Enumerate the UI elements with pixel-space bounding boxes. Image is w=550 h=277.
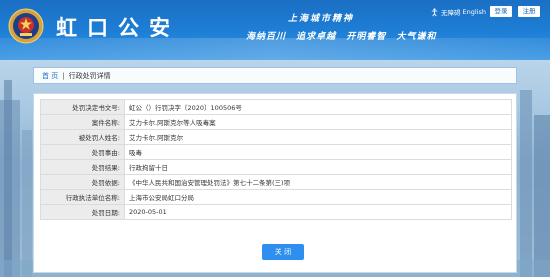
table-row: 处罚依据: 《中华人民共和国治安管理处罚法》第七十二条第(三)项 xyxy=(40,174,512,190)
table-row: 案件名称: 艾力卡尔.阿斯克尔等人吸毒案 xyxy=(40,114,512,130)
table-row: 处罚决定书文号: 虹公（）行罚决字〔2020〕100506号 xyxy=(40,99,512,115)
utility-links: 无障碍 English xyxy=(430,7,486,17)
row-label: 处罚日期: xyxy=(40,204,125,220)
breadcrumb-current: 行政处罚详情 xyxy=(68,71,111,80)
row-label: 处罚决定书文号: xyxy=(40,99,125,115)
penalty-detail-table: 处罚决定书文号: 虹公（）行罚决字〔2020〕100506号 案件名称: 艾力卡… xyxy=(40,99,512,220)
row-label: 被处罚人姓名: xyxy=(40,129,125,145)
breadcrumb: 首 页 | 行政处罚详情 xyxy=(33,67,517,84)
row-value: 艾力卡尔.阿斯克尔 xyxy=(124,129,512,145)
site-title: 虹口公安 xyxy=(56,15,180,40)
register-button[interactable]: 注册 xyxy=(518,6,540,17)
row-value: 虹公（）行罚决字〔2020〕100506号 xyxy=(124,99,512,115)
slogan-line: 海纳百川 追求卓越 开明睿智 大气谦和 xyxy=(246,29,442,42)
row-value: 吸毒 xyxy=(124,144,512,160)
slogan-item: 大气谦和 xyxy=(396,32,437,42)
accessibility-link[interactable]: 无障碍 xyxy=(441,7,461,17)
slogan-item: 开明睿智 xyxy=(346,32,387,42)
row-value: 《中华人民共和国治安管理处罚法》第七十二条第(三)项 xyxy=(124,174,512,190)
row-label: 处罚结果: xyxy=(40,159,125,175)
accessibility-icon[interactable] xyxy=(430,7,439,17)
breadcrumb-home-link[interactable]: 首 页 xyxy=(42,71,58,81)
row-label: 处罚依据: xyxy=(40,174,125,190)
row-label: 处罚事由: xyxy=(40,144,125,160)
breadcrumb-separator: | xyxy=(62,71,65,80)
close-button[interactable]: 关 闭 xyxy=(262,244,304,260)
row-label: 案件名称: xyxy=(40,114,125,130)
table-row: 被处罚人姓名: 艾力卡尔.阿斯克尔 xyxy=(40,129,512,145)
row-value: 2020-05-01 xyxy=(124,204,512,220)
table-row: 处罚日期: 2020-05-01 xyxy=(40,204,512,220)
english-link[interactable]: English xyxy=(463,8,486,16)
site-header: 虹口公安 上海城市精神 海纳百川 追求卓越 开明睿智 大气谦和 无障碍 Engl… xyxy=(0,0,550,60)
detail-panel: 处罚决定书文号: 虹公（）行罚决字〔2020〕100506号 案件名称: 艾力卡… xyxy=(33,93,517,273)
table-row: 行政执法单位名称: 上海市公安局虹口分局 xyxy=(40,189,512,205)
police-emblem-icon xyxy=(8,8,44,44)
row-label: 行政执法单位名称: xyxy=(40,189,125,205)
slogan-item: 海纳百川 xyxy=(246,32,287,42)
row-value: 上海市公安局虹口分局 xyxy=(124,189,512,205)
login-button[interactable]: 登录 xyxy=(490,6,512,17)
row-value: 艾力卡尔.阿斯克尔等人吸毒案 xyxy=(124,114,512,130)
row-value: 行政拘留十日 xyxy=(124,159,512,175)
table-row: 处罚结果: 行政拘留十日 xyxy=(40,159,512,175)
slogan-heading: 上海城市精神 xyxy=(288,14,355,24)
slogan-item: 追求卓越 xyxy=(296,32,337,42)
table-row: 处罚事由: 吸毒 xyxy=(40,144,512,160)
